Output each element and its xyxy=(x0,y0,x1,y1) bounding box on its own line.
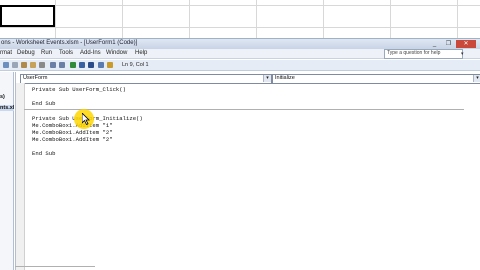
paste-icon[interactable] xyxy=(30,62,36,68)
procedure-dropdown[interactable]: Initialize ▾ xyxy=(272,74,480,84)
object-dropdown-value: UserForm xyxy=(23,75,48,81)
project-explorer-icon[interactable] xyxy=(107,62,113,68)
project-tree-item[interactable]: s) xyxy=(0,94,5,100)
object-dropdown[interactable]: UserForm ▾ xyxy=(20,74,272,84)
copy-icon[interactable] xyxy=(21,62,27,68)
chevron-down-icon[interactable]: ▾ xyxy=(263,75,271,82)
window-title: ons - Worksheet Events.xlsm - [UserForm1… xyxy=(1,40,138,46)
grid-line xyxy=(0,5,480,6)
procedure-dropdown-value: Initialize xyxy=(275,75,295,81)
procedure-separator xyxy=(24,109,464,110)
code-line[interactable]: Me.ComboBox1.AddItem "2" xyxy=(32,129,113,136)
redo-icon[interactable] xyxy=(59,62,65,68)
grid-line xyxy=(0,27,480,28)
design-mode-icon[interactable] xyxy=(98,62,104,68)
undo-icon[interactable] xyxy=(50,62,56,68)
find-icon[interactable] xyxy=(39,62,45,68)
menu-add-ins[interactable]: Add-Ins xyxy=(80,50,101,56)
menu-debug[interactable]: Debug xyxy=(17,50,35,56)
project-explorer-pane[interactable]: s) nts.xl xyxy=(0,72,15,270)
code-editor[interactable]: Private Sub UserForm_Click() End Sub Pri… xyxy=(24,86,472,266)
menu-bar: rmat Debug Run Tools Add-Ins Window Help… xyxy=(0,49,480,59)
help-dropdown-icon[interactable]: ▾ xyxy=(461,51,464,57)
mouse-pointer-icon xyxy=(82,113,90,125)
menu-run[interactable]: Run xyxy=(41,50,52,56)
window-controls: _ ❐ ✕ xyxy=(427,40,476,48)
code-margin[interactable] xyxy=(16,83,25,270)
reset-icon[interactable] xyxy=(88,62,94,68)
insert-module-icon[interactable] xyxy=(3,62,9,68)
code-line[interactable]: Me.ComboBox1.AddItem "1" xyxy=(32,122,113,129)
minimize-button[interactable]: _ xyxy=(428,40,441,48)
code-line[interactable]: End Sub xyxy=(32,100,56,107)
project-tree-item-selected[interactable]: nts.xl xyxy=(0,105,15,111)
menu-window[interactable]: Window xyxy=(106,50,127,56)
cut-icon[interactable] xyxy=(12,62,18,68)
restore-button[interactable]: ❐ xyxy=(442,40,455,48)
code-window[interactable]: UserForm ▾ Initialize ▾ Private Sub User… xyxy=(15,72,480,270)
code-line[interactable]: End Sub xyxy=(32,150,56,157)
sheet-tab-edge xyxy=(15,266,95,270)
close-button[interactable]: ✕ xyxy=(456,40,476,48)
standard-toolbar: Ln 9, Col 1 xyxy=(0,60,480,71)
menu-format[interactable]: rmat xyxy=(0,50,12,56)
help-search-input[interactable]: Type a question for help xyxy=(384,49,463,59)
break-icon[interactable] xyxy=(79,62,85,68)
worksheet-grid[interactable] xyxy=(0,0,480,38)
cursor-position-indicator: Ln 9, Col 1 xyxy=(122,62,149,68)
vbe-title-bar: ons - Worksheet Events.xlsm - [UserForm1… xyxy=(0,38,480,49)
menu-tools[interactable]: Tools xyxy=(59,50,73,56)
code-line[interactable]: Private Sub UserForm_Click() xyxy=(32,86,126,93)
menu-help[interactable]: Help xyxy=(135,50,147,56)
code-line[interactable]: Me.ComboBox1.AddItem "2" xyxy=(32,136,113,143)
run-icon[interactable] xyxy=(70,62,76,68)
selected-cell[interactable] xyxy=(0,5,55,27)
chevron-down-icon[interactable]: ▾ xyxy=(473,75,480,82)
